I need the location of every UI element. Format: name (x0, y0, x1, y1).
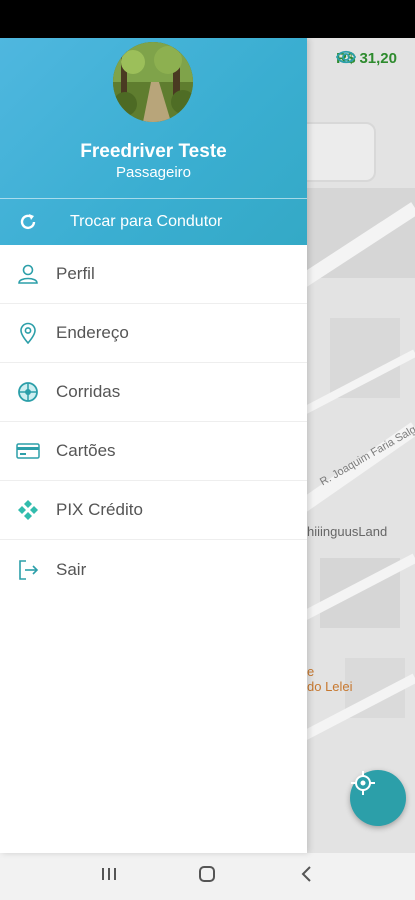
drawer-menu: Perfil Endereço Corridas Cartões PIX Cré… (0, 245, 307, 599)
place-label: hiiinguusLand (307, 524, 388, 539)
pix-icon (0, 499, 56, 521)
refresh-icon (0, 212, 56, 232)
user-icon (0, 263, 56, 285)
status-bar (0, 0, 415, 38)
recent-apps-button[interactable] (89, 862, 129, 892)
menu-label: Perfil (56, 264, 95, 283)
location-pin-icon (0, 322, 56, 344)
menu-label: Corridas (56, 382, 121, 401)
my-location-button[interactable] (350, 770, 406, 826)
navigation-drawer: Freedriver Teste Passageiro Trocar para … (0, 38, 307, 853)
credit-card-icon (0, 442, 56, 460)
system-nav-bar (0, 853, 415, 900)
user-role: Passageiro (115, 164, 192, 181)
switch-label: Trocar para Condutor (70, 213, 223, 230)
menu-label: Endereço (56, 323, 129, 342)
menu-label: Cartões (56, 441, 116, 460)
logout-icon (0, 559, 56, 581)
back-button[interactable] (286, 862, 326, 892)
wallet-balance[interactable]: R$ 31,20 (336, 50, 405, 67)
recent-apps-icon (100, 866, 118, 887)
poi-label: e do Lelei (307, 664, 353, 694)
menu-label: PIX Crédito (56, 500, 143, 519)
menu-item-cartoes[interactable]: Cartões (0, 422, 307, 481)
steering-wheel-icon (0, 381, 56, 403)
home-button[interactable] (187, 862, 227, 892)
menu-label: Sair (56, 559, 87, 579)
menu-item-perfil[interactable]: Perfil (0, 245, 307, 304)
menu-item-sair[interactable]: Sair (0, 540, 307, 599)
home-icon (198, 865, 216, 888)
avatar[interactable] (113, 42, 193, 122)
menu-item-endereco[interactable]: Endereço (0, 304, 307, 363)
menu-item-corridas[interactable]: Corridas (0, 363, 307, 422)
menu-item-pix-credito[interactable]: PIX Crédito (0, 481, 307, 540)
back-icon (300, 865, 312, 888)
switch-to-driver-button[interactable]: Trocar para Condutor (0, 198, 307, 245)
drawer-header: Freedriver Teste Passageiro Trocar para … (0, 38, 307, 245)
user-name: Freedriver Teste (80, 141, 227, 162)
